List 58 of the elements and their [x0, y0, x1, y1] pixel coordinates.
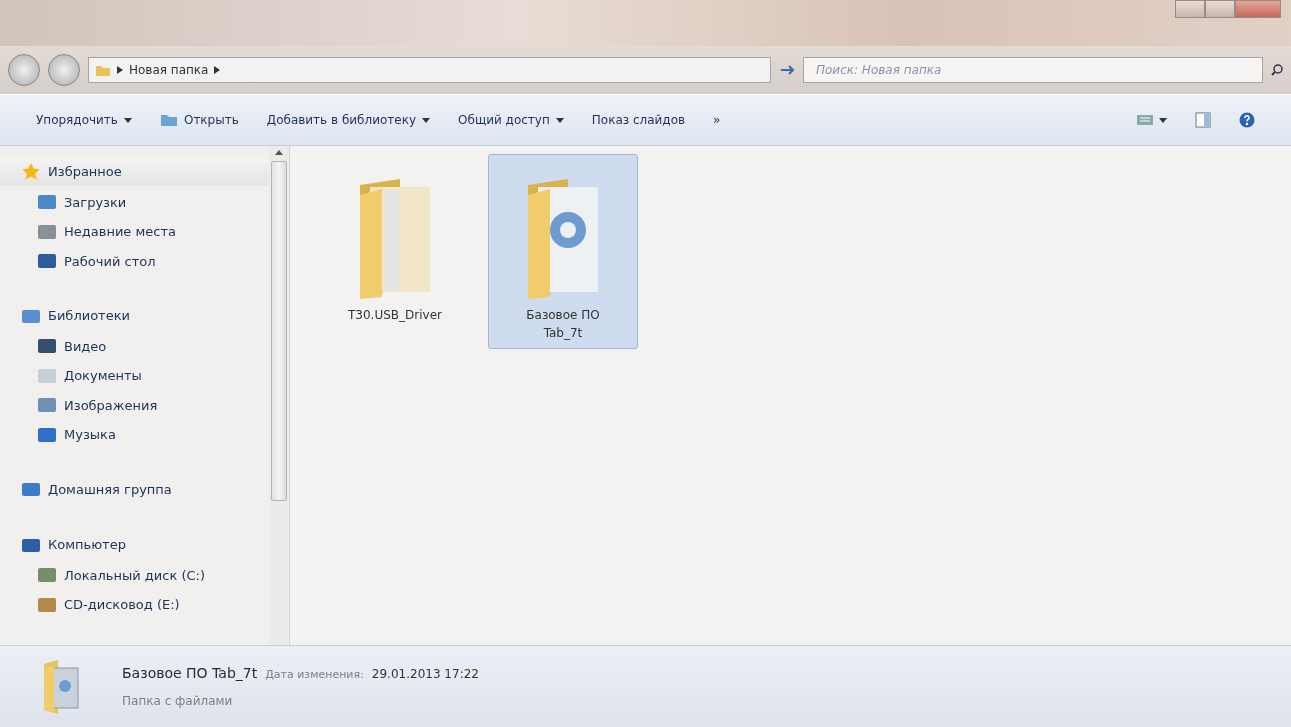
caret-icon — [422, 117, 431, 123]
close-button[interactable] — [1235, 0, 1281, 18]
file-name: T30.USB_Driver — [347, 307, 443, 324]
view-icon — [1137, 114, 1153, 126]
item-icon — [38, 367, 56, 384]
caret-icon — [123, 117, 132, 123]
star-icon — [22, 163, 40, 181]
sidebar-item[interactable]: Библиотеки — [0, 302, 269, 330]
sidebar-item[interactable]: Изображения — [0, 390, 269, 420]
item-icon — [38, 567, 56, 584]
toolbar-button[interactable]: Добавить в библиотеку — [256, 107, 441, 133]
item-icon — [38, 194, 56, 211]
minimize-button[interactable] — [1175, 0, 1205, 18]
sidebar-item[interactable]: Рабочий стол — [0, 246, 269, 276]
item-icon — [38, 596, 56, 613]
maximize-button[interactable] — [1205, 0, 1235, 18]
toolbar-button[interactable]: Открыть — [149, 107, 249, 133]
file-name: Базовое ПО Tab_7t — [525, 307, 601, 342]
help-icon — [1239, 112, 1255, 128]
item-icon — [38, 223, 56, 240]
back-button[interactable] — [8, 54, 40, 86]
sidebar-item[interactable]: Документы — [0, 361, 269, 391]
sidebar-item[interactable]: Домашняя группа — [0, 475, 269, 503]
sidebar-item[interactable]: Загрузки — [0, 187, 269, 217]
sidebar-item[interactable]: Локальный диск (C:) — [0, 560, 269, 590]
pane-icon — [1195, 112, 1211, 128]
item-icon — [38, 426, 56, 443]
item-icon — [38, 253, 56, 270]
caret-icon — [555, 117, 564, 123]
sidebar-item[interactable]: Избранное — [0, 158, 269, 186]
sidebar-item[interactable]: Музыка — [0, 420, 269, 450]
toolbar-button[interactable]: » — [703, 107, 731, 133]
toolbar-button[interactable]: Упорядочить — [26, 107, 142, 133]
address-bar[interactable]: Новая папка — [88, 57, 771, 83]
sidebar-item[interactable]: CD-дисковод (E:) — [0, 590, 269, 620]
sidebar-item[interactable]: Видео — [0, 331, 269, 361]
details-date: 29.01.2013 17:22 — [371, 666, 479, 683]
item-icon — [38, 397, 56, 414]
toolbar-button[interactable]: Показ слайдов — [581, 107, 696, 133]
details-name: Базовое ПО Tab_7t — [122, 664, 258, 683]
up-arrow-icon — [275, 150, 283, 155]
sidebar-item[interactable]: Компьютер — [0, 531, 269, 559]
scrollbar-thumb[interactable] — [271, 161, 287, 501]
toolbar-button[interactable]: Общий доступ — [448, 107, 574, 133]
path-segment[interactable]: Новая папка — [129, 61, 209, 79]
scrollbar[interactable] — [269, 146, 289, 645]
details-label: Дата изменения: — [265, 667, 364, 683]
folder-item[interactable]: T30.USB_Driver — [320, 154, 470, 331]
folder-item[interactable]: Базовое ПО Tab_7t — [488, 154, 638, 349]
forward-button[interactable] — [48, 54, 80, 86]
chevron-icon — [117, 66, 123, 74]
details-type: Папка с файлами — [122, 693, 234, 710]
chevron-icon — [214, 66, 221, 74]
search-field[interactable]: Поиск: Новая папка — [803, 57, 1263, 83]
caret-icon — [1159, 117, 1167, 123]
sidebar-item[interactable]: Недавние места — [0, 217, 269, 247]
item-icon — [38, 338, 56, 355]
search-icon — [1271, 64, 1283, 76]
